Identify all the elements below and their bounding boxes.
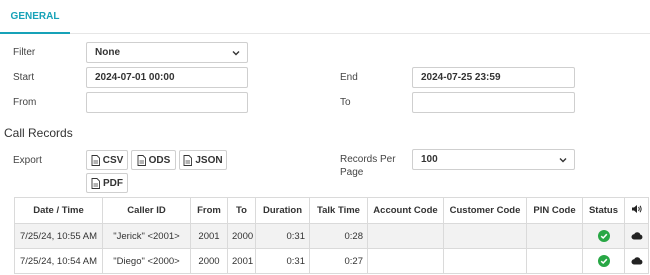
col-header-datetime[interactable]: Date / Time bbox=[14, 197, 103, 224]
end-value: 2024-07-25 23:59 bbox=[421, 72, 501, 83]
export-csv-button[interactable]: CSV bbox=[86, 150, 128, 170]
cell-account-code bbox=[367, 248, 444, 274]
export-pdf-button[interactable]: PDF bbox=[86, 173, 128, 193]
export-ods-label: ODS bbox=[148, 154, 171, 166]
cell-pin-code bbox=[526, 223, 583, 249]
col-header-talk-time[interactable]: Talk Time bbox=[309, 197, 368, 224]
cell-caller-id: "Diego" <2000> bbox=[102, 248, 191, 274]
volume-icon bbox=[631, 205, 642, 213]
cell-recording[interactable] bbox=[624, 248, 649, 274]
col-header-caller-id[interactable]: Caller ID bbox=[102, 197, 191, 224]
cell-to: 2000 bbox=[227, 223, 256, 249]
export-pdf-label: PDF bbox=[103, 177, 123, 189]
cell-to: 2001 bbox=[227, 248, 256, 274]
col-header-duration[interactable]: Duration bbox=[255, 197, 310, 224]
cell-from: 2000 bbox=[190, 248, 228, 274]
cell-duration: 0:31 bbox=[255, 223, 310, 249]
file-icon bbox=[137, 154, 146, 166]
col-header-account-code[interactable]: Account Code bbox=[367, 197, 444, 224]
end-input[interactable]: 2024-07-25 23:59 bbox=[412, 67, 575, 88]
table-row[interactable]: 7/25/24, 10:55 AM "Jerick" <2001> 2001 2… bbox=[14, 223, 649, 249]
start-value: 2024-07-01 00:00 bbox=[95, 72, 175, 83]
cell-caller-id: "Jerick" <2001> bbox=[102, 223, 191, 249]
export-json-label: JSON bbox=[195, 154, 223, 166]
to-input[interactable] bbox=[412, 92, 575, 113]
col-header-pin-code[interactable]: PIN Code bbox=[526, 197, 583, 224]
tab-general[interactable]: GENERAL bbox=[0, 0, 70, 34]
end-label: End bbox=[340, 72, 358, 83]
call-records-table: Date / Time Caller ID From To Duration T… bbox=[14, 197, 649, 274]
from-label: From bbox=[13, 97, 37, 108]
records-per-page-value: 100 bbox=[421, 154, 438, 165]
from-input[interactable] bbox=[86, 92, 248, 113]
col-header-from[interactable]: From bbox=[190, 197, 228, 224]
col-header-customer-code[interactable]: Customer Code bbox=[443, 197, 527, 224]
cell-customer-code bbox=[443, 248, 527, 274]
col-header-to[interactable]: To bbox=[227, 197, 256, 224]
cell-account-code bbox=[367, 223, 444, 249]
col-header-recording[interactable] bbox=[624, 197, 649, 224]
cell-pin-code bbox=[526, 248, 583, 274]
tab-bar: GENERAL bbox=[0, 0, 650, 34]
export-csv-label: CSV bbox=[102, 154, 124, 166]
records-per-page-label-2: Page bbox=[340, 167, 364, 178]
file-icon bbox=[91, 177, 100, 189]
section-title: Call Records bbox=[4, 126, 73, 140]
export-ods-button[interactable]: ODS bbox=[131, 150, 176, 170]
filter-label: Filter bbox=[13, 47, 36, 58]
filter-value: None bbox=[95, 47, 120, 58]
cell-from: 2001 bbox=[190, 223, 228, 249]
cell-datetime: 7/25/24, 10:55 AM bbox=[14, 223, 103, 249]
cell-status bbox=[582, 223, 625, 249]
cell-status bbox=[582, 248, 625, 274]
col-header-status[interactable]: Status bbox=[582, 197, 625, 224]
cell-recording[interactable] bbox=[624, 223, 649, 249]
table-header-row: Date / Time Caller ID From To Duration T… bbox=[14, 197, 649, 224]
cell-talk-time: 0:27 bbox=[309, 248, 368, 274]
check-circle-icon bbox=[597, 230, 610, 242]
check-circle-icon bbox=[597, 255, 610, 267]
cloud-icon bbox=[630, 257, 642, 265]
file-icon bbox=[91, 154, 100, 166]
file-icon bbox=[183, 154, 193, 166]
table-row[interactable]: 7/25/24, 10:54 AM "Diego" <2000> 2000 20… bbox=[14, 248, 649, 274]
cloud-icon bbox=[630, 232, 642, 240]
filter-select[interactable]: None bbox=[86, 42, 248, 63]
to-label: To bbox=[340, 97, 351, 108]
chevron-down-icon bbox=[232, 51, 240, 56]
cell-customer-code bbox=[443, 223, 527, 249]
export-json-button[interactable]: JSON bbox=[179, 150, 227, 170]
chevron-down-icon bbox=[559, 158, 567, 163]
export-label: Export bbox=[13, 155, 42, 166]
records-per-page-label-1: Records Per bbox=[340, 154, 396, 165]
start-label: Start bbox=[13, 72, 35, 83]
cell-datetime: 7/25/24, 10:54 AM bbox=[14, 248, 103, 274]
start-input[interactable]: 2024-07-01 00:00 bbox=[86, 67, 248, 88]
cell-duration: 0:31 bbox=[255, 248, 310, 274]
cell-talk-time: 0:28 bbox=[309, 223, 368, 249]
records-per-page-select[interactable]: 100 bbox=[412, 149, 575, 170]
